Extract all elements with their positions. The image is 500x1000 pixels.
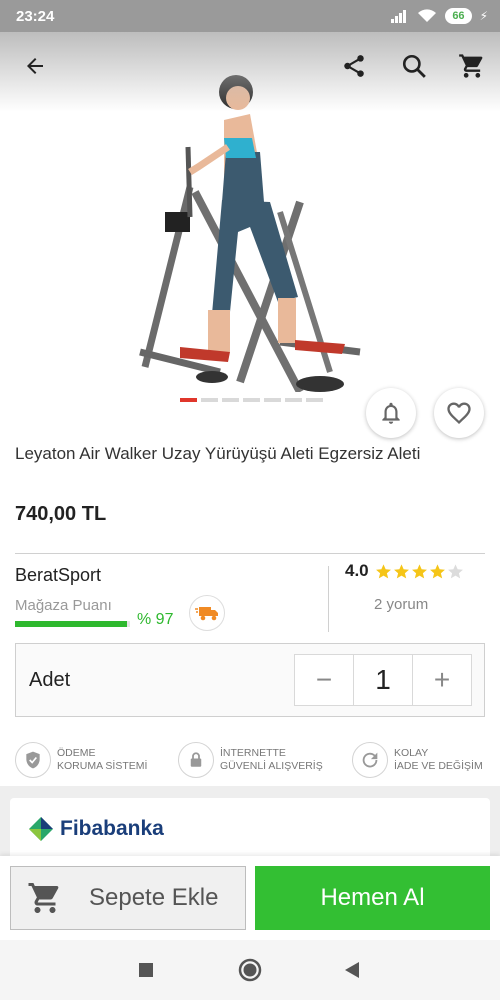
gallery-dot (201, 398, 218, 402)
store-score-fill (15, 621, 127, 627)
charging-icon: ⚡ (479, 9, 488, 23)
feature-easy-return: KOLAY İADE VE DEĞİŞİM (352, 742, 483, 778)
feature-line1: İNTERNETTE (220, 747, 286, 759)
seller-name[interactable]: BeratSport (15, 565, 101, 586)
cart-icon (459, 54, 483, 78)
feature-line2: İADE VE DEĞİŞİM (394, 760, 483, 772)
star-filled-icon (429, 563, 445, 578)
feature-line1: KOLAY (394, 747, 429, 759)
action-bar: Sepete Ekle Hemen Al (0, 856, 500, 940)
gallery-dot (243, 398, 260, 402)
quantity-label: Adet (29, 669, 71, 691)
circle-icon (238, 958, 262, 982)
star-filled-icon (375, 563, 391, 578)
favorite-button[interactable] (434, 388, 484, 438)
star-filled-icon (411, 563, 427, 578)
bank-banner[interactable]: Fibabanka (10, 798, 490, 862)
bank-name: Fibabanka (60, 817, 164, 840)
quantity-decrease-button[interactable]: − (295, 655, 353, 705)
nav-back-button[interactable] (340, 958, 364, 982)
arrow-left-icon (27, 58, 43, 74)
trust-features: ÖDEME KORUMA SİSTEMİ İNTERNETTE GÜVENLİ AL… (0, 738, 500, 784)
add-to-cart-button[interactable]: Sepete Ekle (10, 866, 246, 930)
product-gallery[interactable] (0, 32, 500, 412)
buy-now-button[interactable]: Hemen Al (255, 866, 490, 930)
feature-secure-shopping: İNTERNETTE GÜVENLİ ALIŞVERİŞ (178, 742, 323, 778)
search-icon (402, 54, 426, 78)
system-nav-bar (0, 940, 500, 1000)
product-title: Leyaton Air Walker Uzay Yürüyüşü Aleti E… (15, 444, 421, 463)
quantity-increase-button[interactable]: + (413, 655, 471, 705)
fast-shipping-badge (189, 595, 225, 631)
store-score-label: Mağaza Puanı (15, 597, 112, 614)
bank-logo: Fibabanka (28, 816, 164, 842)
quantity-stepper: − 1 + (294, 654, 472, 706)
feature-line2: KORUMA SİSTEMİ (57, 760, 148, 772)
triangle-back-icon (345, 962, 359, 978)
star-empty-icon (447, 563, 463, 578)
cart-icon (28, 883, 59, 913)
refresh-icon (352, 742, 388, 778)
quantity-box: Adet − 1 + (15, 643, 485, 717)
vertical-divider (328, 566, 329, 632)
rating-stars (375, 563, 464, 580)
status-bar: 23:24 66 ⚡ (0, 0, 500, 32)
rating-value: 4.0 (345, 561, 369, 580)
gallery-dot (285, 398, 302, 402)
fibabanka-logo-icon (29, 817, 53, 841)
store-score-percent: % 97 (137, 611, 174, 628)
square-icon (139, 963, 153, 977)
add-to-cart-label: Sepete Ekle (89, 884, 219, 911)
signal-icon (391, 10, 407, 23)
quantity-value[interactable]: 1 (353, 655, 413, 705)
bell-icon (382, 402, 400, 424)
search-button[interactable] (394, 46, 434, 86)
shield-check-icon (15, 742, 51, 778)
heart-icon (447, 402, 471, 424)
feature-payment-protection: ÖDEME KORUMA SİSTEMİ (15, 742, 147, 778)
gallery-dot (180, 398, 197, 402)
gallery-dot (306, 398, 323, 402)
feature-line1: ÖDEME (57, 747, 96, 759)
battery-icon: 66 (445, 8, 472, 24)
star-filled-icon (393, 563, 409, 578)
store-score-bar (15, 621, 130, 627)
cart-button[interactable] (452, 46, 492, 86)
feature-line2: GÜVENLİ ALIŞVERİŞ (220, 760, 323, 772)
share-button[interactable] (334, 46, 374, 86)
truck-icon (195, 607, 218, 621)
notify-button[interactable] (366, 388, 416, 438)
share-icon (344, 55, 364, 77)
wifi-icon (418, 9, 437, 22)
gallery-dot (264, 398, 281, 402)
status-icons: 66 ⚡ (391, 8, 488, 24)
lock-icon (178, 742, 214, 778)
status-time: 23:24 (16, 7, 55, 25)
review-count[interactable]: 2 yorum (374, 596, 428, 613)
product-price: 740,00 TL (15, 503, 107, 525)
recents-button[interactable] (134, 958, 158, 982)
back-button[interactable] (15, 46, 55, 86)
home-button[interactable] (238, 958, 262, 982)
gallery-pager (180, 398, 323, 402)
divider (15, 553, 485, 554)
gallery-dot (222, 398, 239, 402)
rating[interactable]: 4.0 (345, 561, 464, 581)
